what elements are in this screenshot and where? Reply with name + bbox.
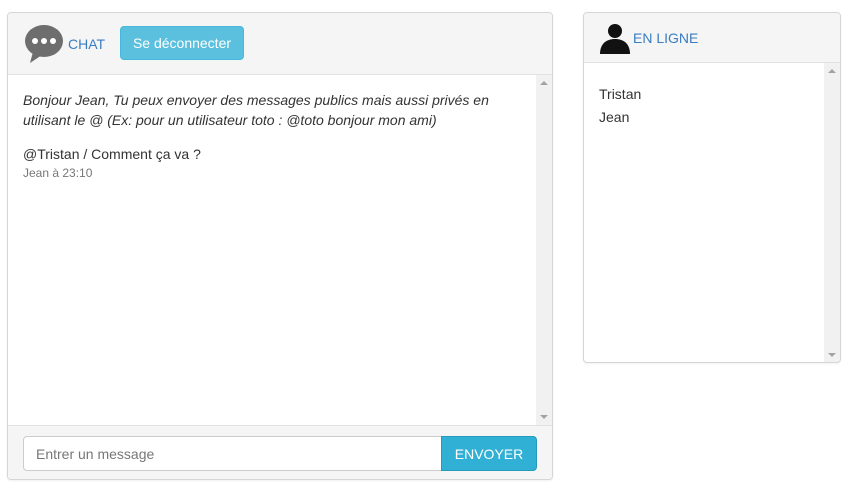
online-header: EN LIGNE [584,13,840,63]
scroll-up-arrow-icon[interactable] [828,69,836,73]
online-scrollbar[interactable] [824,63,840,362]
chat-bubble-icon [25,25,63,63]
chat-header: CHAT Se déconnecter [8,13,552,75]
online-user-item[interactable]: Jean [599,106,809,129]
scroll-up-arrow-icon[interactable] [540,81,548,85]
system-welcome-message: Bonjour Jean, Tu peux envoyer des messag… [23,92,489,128]
online-user-item[interactable]: Tristan [599,83,809,106]
logout-button[interactable]: Se déconnecter [120,26,244,60]
chat-title: CHAT [68,36,106,52]
chat-messages-area: Bonjour Jean, Tu peux envoyer des messag… [8,75,536,425]
chat-message-text: @Tristan / Comment ça va ? [23,146,201,162]
message-input[interactable] [23,436,442,471]
online-title: EN LIGNE [633,30,699,46]
chat-scrollbar[interactable] [536,75,552,425]
scroll-down-arrow-icon[interactable] [540,415,548,419]
chat-panel: CHAT Se déconnecter Bonjour Jean, Tu peu… [7,12,553,480]
send-button[interactable]: ENVOYER [441,436,537,471]
chat-input-bar: ENVOYER [8,425,552,479]
chat-message-meta: Jean à 23:10 [23,166,93,180]
scroll-down-arrow-icon[interactable] [828,353,836,357]
chat-message: @Tristan / Comment ça va ? Jean à 23:10 [23,145,522,180]
user-silhouette-icon [600,24,630,54]
online-users-panel: EN LIGNE Tristan Jean [583,12,841,363]
online-users-list: Tristan Jean [584,63,824,362]
